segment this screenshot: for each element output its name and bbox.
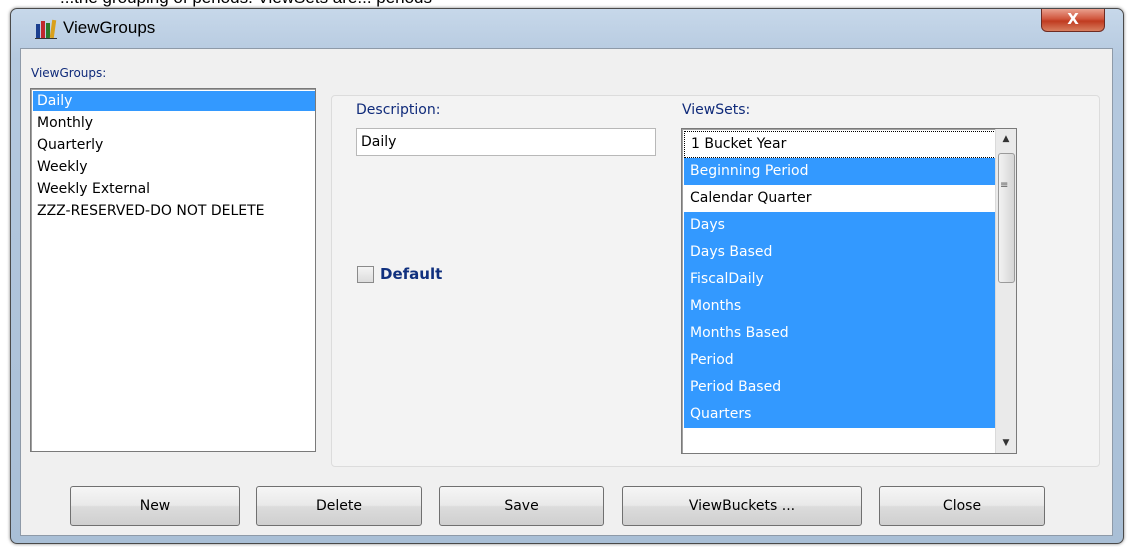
viewset-item[interactable]: Calendar Quarter	[684, 185, 1004, 212]
dialog-client-area: ViewGroups: Daily Monthly Quarterly Week…	[20, 48, 1113, 536]
viewgroup-item-monthly[interactable]: Monthly	[33, 113, 315, 133]
viewgroups-label: ViewGroups:	[31, 66, 107, 80]
title-bar[interactable]: ViewGroups X	[11, 9, 1123, 47]
chevron-up-icon[interactable]: ▲	[996, 129, 1016, 149]
viewsets-label: ViewSets:	[682, 102, 751, 118]
default-checkbox[interactable]	[357, 266, 374, 283]
viewset-item[interactable]: Months Based	[684, 320, 1004, 347]
viewset-item[interactable]: Period	[684, 347, 1004, 374]
chevron-down-icon[interactable]: ▼	[996, 433, 1016, 453]
viewgroup-item-reserved[interactable]: ZZZ-RESERVED-DO NOT DELETE	[33, 201, 315, 221]
viewgroup-item-quarterly[interactable]: Quarterly	[33, 135, 315, 155]
background-caption: ...the grouping of periods. ViewSets are…	[60, 0, 432, 8]
default-checkbox-label[interactable]: Default	[380, 265, 442, 283]
viewsets-scrollbar[interactable]: ▲ ≡ ▼	[995, 129, 1016, 453]
viewbuckets-button[interactable]: ViewBuckets ...	[622, 486, 862, 526]
description-label: Description:	[356, 102, 441, 118]
viewset-item[interactable]: Beginning Period	[684, 158, 1004, 185]
window-title: ViewGroups	[63, 18, 156, 37]
viewset-item[interactable]: FiscalDaily	[684, 266, 1004, 293]
viewset-item[interactable]: Period Based	[684, 374, 1004, 401]
scrollbar-thumb[interactable]	[998, 153, 1015, 283]
viewgroup-item-weekly-external[interactable]: Weekly External	[33, 179, 315, 199]
description-input[interactable]: Daily	[356, 128, 656, 156]
viewset-item[interactable]: 1 Bucket Year	[684, 131, 998, 158]
delete-button[interactable]: Delete	[256, 486, 422, 526]
viewset-item[interactable]: Months	[684, 293, 1004, 320]
viewgroups-window: ViewGroups X ViewGroups: Daily Monthly Q…	[10, 8, 1124, 544]
viewgroups-listbox[interactable]: Daily Monthly Quarterly Weekly Weekly Ex…	[30, 88, 316, 452]
close-button[interactable]: Close	[879, 486, 1045, 526]
close-window-button[interactable]: X	[1041, 9, 1105, 32]
close-icon: X	[1067, 10, 1079, 28]
viewset-item[interactable]: Days Based	[684, 239, 1004, 266]
viewsets-listbox[interactable]: 1 Bucket Year Beginning Period Calendar …	[681, 128, 1017, 454]
grip-icon: ≡	[1000, 180, 1009, 191]
details-groupbox: Description: Daily Default ViewSets: 1 B…	[331, 95, 1100, 467]
viewset-item[interactable]: Days	[684, 212, 1004, 239]
viewgroup-item-weekly[interactable]: Weekly	[33, 157, 315, 177]
new-button[interactable]: New	[70, 486, 240, 526]
save-button[interactable]: Save	[439, 486, 604, 526]
books-icon	[35, 19, 57, 39]
viewgroup-item-daily[interactable]: Daily	[33, 91, 315, 111]
viewset-item[interactable]: Quarters	[684, 401, 1004, 428]
